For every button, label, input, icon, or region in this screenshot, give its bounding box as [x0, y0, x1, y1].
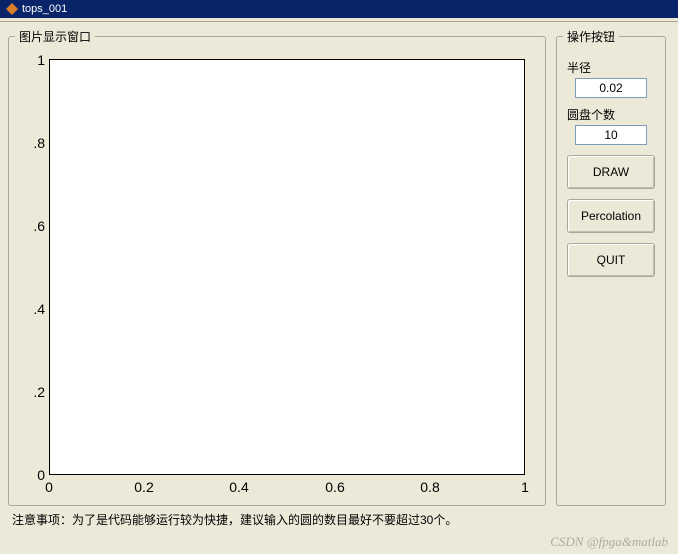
draw-button[interactable]: DRAW	[567, 155, 655, 189]
quit-button[interactable]: QUIT	[567, 243, 655, 277]
note-text: 注意事项：为了是代码能够运行较为快捷，建议输入的圆的数目最好不要超过30个。	[12, 511, 457, 528]
controls-panel-legend: 操作按钮	[563, 28, 619, 45]
ytick-5: 1	[19, 52, 45, 68]
ytick-0: 0	[19, 467, 45, 483]
axes[interactable]	[49, 59, 525, 475]
watermark: CSDN @fpga&matlab	[550, 534, 668, 550]
window-title: tops_001	[22, 3, 67, 15]
xtick-4: 0.8	[420, 479, 439, 495]
ytick-1: .2	[19, 384, 45, 400]
xtick-3: 0.6	[325, 479, 344, 495]
ytick-4: .8	[19, 135, 45, 151]
plot-panel-legend: 图片显示窗口	[15, 28, 95, 45]
titlebar: tops_001	[0, 0, 678, 18]
radius-label: 半径	[567, 59, 655, 76]
client-area: 图片显示窗口 0 .2 .4 .6 .8 1 0 0.2 0.4 0.6 0.8…	[0, 22, 678, 554]
count-label: 圆盘个数	[567, 106, 655, 123]
xtick-5: 1	[521, 479, 529, 495]
xtick-2: 0.4	[229, 479, 248, 495]
count-input[interactable]	[575, 125, 647, 145]
app-icon	[6, 3, 18, 15]
ytick-3: .6	[19, 218, 45, 234]
xtick-0: 0	[45, 479, 53, 495]
controls-panel: 操作按钮 半径 圆盘个数 DRAW Percolation QUIT	[556, 28, 666, 506]
radius-input[interactable]	[575, 78, 647, 98]
plot-panel: 图片显示窗口 0 .2 .4 .6 .8 1 0 0.2 0.4 0.6 0.8…	[8, 28, 546, 506]
xtick-1: 0.2	[134, 479, 153, 495]
percolation-button[interactable]: Percolation	[567, 199, 655, 233]
plot-area: 0 .2 .4 .6 .8 1 0 0.2 0.4 0.6 0.8 1	[15, 53, 535, 503]
ytick-2: .4	[19, 301, 45, 317]
